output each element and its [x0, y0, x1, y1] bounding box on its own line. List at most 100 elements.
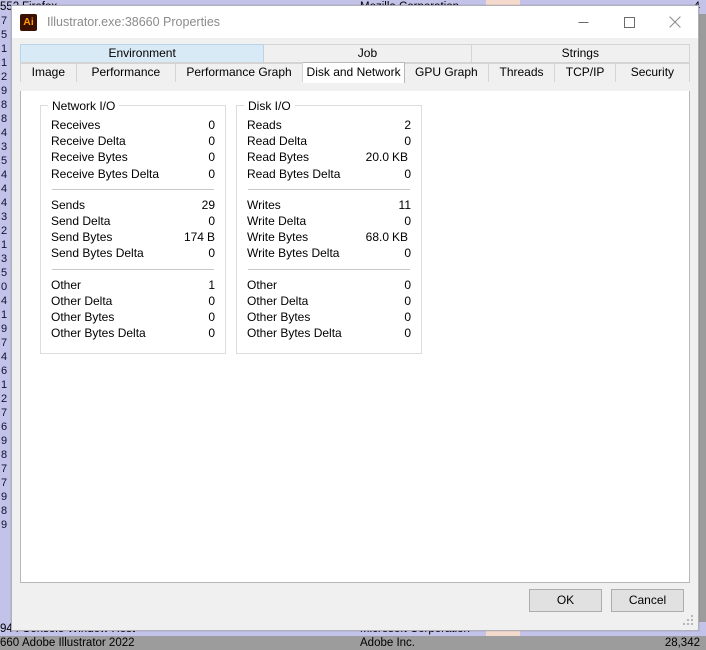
- stat-label: Other Delta: [247, 293, 309, 308]
- stat-label: Write Bytes: [247, 230, 309, 245]
- stat-row: Receive Bytes Delta 0: [41, 166, 225, 182]
- tab-tcpip[interactable]: TCP/IP: [555, 63, 616, 82]
- resize-grip-dot: [683, 623, 685, 625]
- tab-image[interactable]: Image: [20, 63, 77, 82]
- resize-grip-dot: [691, 619, 693, 621]
- close-icon: [669, 16, 681, 28]
- stat-value: 0: [404, 166, 411, 181]
- tab-job[interactable]: Job: [264, 44, 472, 63]
- stat-row: Other Delta 0: [41, 293, 225, 309]
- network-io-stats: Receives 0 Receive Delta 0 Receive Bytes…: [41, 117, 225, 341]
- stat-row: Other Bytes Delta 0: [41, 325, 225, 341]
- stat-label: Receives: [51, 118, 101, 132]
- cancel-button[interactable]: Cancel: [611, 589, 684, 612]
- stat-divider: [248, 268, 410, 270]
- stat-label: Sends: [51, 197, 86, 212]
- dialog-footer: OK Cancel: [12, 583, 698, 630]
- stat-label: Read Bytes Delta: [247, 166, 341, 181]
- stat-unit: B: [206, 230, 215, 245]
- stat-label: Other: [51, 277, 82, 292]
- stat-label: Other Delta: [51, 293, 113, 308]
- resize-grip[interactable]: [683, 615, 695, 627]
- ok-button[interactable]: OK: [529, 589, 602, 612]
- stat-number: 68.0: [365, 230, 389, 245]
- stat-row: Send Bytes Delta 0: [41, 245, 225, 261]
- maximize-button[interactable]: [606, 6, 652, 38]
- resize-grip-dot: [687, 623, 689, 625]
- stat-row: Read Bytes 20.0 KB: [237, 149, 421, 165]
- network-io-title: Network I/O: [48, 99, 120, 113]
- stat-label: Write Delta: [247, 213, 307, 228]
- stat-label: Read Bytes: [247, 150, 310, 165]
- bg-row-company: Adobe Inc.: [360, 637, 415, 649]
- resize-grip-dot: [687, 619, 689, 621]
- tab-gpu-graph[interactable]: GPU Graph: [405, 63, 489, 82]
- network-io-group: Network I/O Receives 0 Receive Delta 0 R…: [40, 99, 226, 354]
- background-row-illustrator: 660 Adobe Illustrator 2022 Adobe Inc. 28…: [0, 636, 706, 650]
- stat-row: Write Bytes Delta 0: [237, 245, 421, 261]
- stat-row: Read Bytes Delta 0: [237, 166, 421, 182]
- stat-row: Write Delta 0: [237, 213, 421, 229]
- process-properties-dialog: Ai Illustrator.exe:38660 Properties Envi…: [11, 5, 699, 631]
- stat-row: Receive Bytes 0: [41, 149, 225, 165]
- tab-strings[interactable]: Strings: [471, 44, 690, 63]
- stat-row: Reads 2: [237, 117, 421, 133]
- stat-value: 11: [398, 197, 411, 212]
- stat-row: Write Bytes 68.0 KB: [237, 229, 421, 245]
- tab-performance-graph[interactable]: Performance Graph: [175, 63, 304, 82]
- stat-value: 20.0 KB: [366, 149, 411, 165]
- stat-label: Reads: [247, 118, 282, 132]
- stat-label: Send Delta: [51, 213, 111, 228]
- tab-threads[interactable]: Threads: [488, 63, 556, 82]
- stat-unit: KB: [392, 230, 409, 245]
- stat-value: 0: [404, 134, 411, 149]
- stat-value: 2: [404, 118, 411, 132]
- disk-io-title: Disk I/O: [244, 99, 295, 113]
- tab-performance[interactable]: Performance: [76, 63, 176, 82]
- bg-row-pid: 660: [0, 637, 20, 649]
- stat-label: Receive Delta: [51, 134, 126, 149]
- stat-label: Read Delta: [247, 134, 308, 149]
- stat-row: Receives 0: [41, 117, 225, 133]
- disk-io-group: Disk I/O Reads 2 Read Delta 0 Read Bytes…: [236, 99, 422, 354]
- tab-security[interactable]: Security: [615, 63, 690, 82]
- illustrator-app-icon: Ai: [20, 13, 37, 31]
- tab-environment[interactable]: Environment: [20, 44, 265, 63]
- stat-value: 0: [404, 326, 411, 341]
- stat-row: Send Delta 0: [41, 213, 225, 229]
- dialog-titlebar[interactable]: Ai Illustrator.exe:38660 Properties: [12, 6, 698, 38]
- disk-io-stats: Reads 2 Read Delta 0 Read Bytes 20.0 KB R…: [237, 117, 421, 341]
- stat-row: Send Bytes 174 B: [41, 229, 225, 245]
- stat-label: Other Bytes: [247, 309, 311, 324]
- stat-divider: [248, 188, 410, 190]
- stat-value: 0: [208, 150, 215, 165]
- bg-row-name: Adobe Illustrator 2022: [22, 637, 135, 649]
- stat-number: 20.0: [365, 150, 389, 165]
- stat-unit: KB: [392, 150, 409, 165]
- close-button[interactable]: [652, 6, 698, 38]
- stat-label: Send Bytes: [51, 230, 113, 245]
- minimize-button[interactable]: [560, 6, 606, 38]
- tab-row-lower: Image Performance Performance Graph Disk…: [20, 62, 690, 83]
- tab-disk-and-network[interactable]: Disk and Network: [303, 62, 406, 83]
- stat-label: Receive Bytes Delta: [51, 166, 160, 181]
- stat-value: 0: [404, 213, 411, 228]
- stat-row: Other 0: [237, 277, 421, 293]
- stat-value: 0: [208, 293, 215, 308]
- stat-value: 0: [208, 213, 215, 228]
- stat-value: 0: [208, 309, 215, 324]
- stat-value: 1: [208, 277, 215, 292]
- stat-divider: [52, 188, 214, 190]
- stat-row: Other Bytes 0: [41, 309, 225, 325]
- window-controls: [560, 6, 698, 38]
- stat-value: 0: [404, 293, 411, 308]
- stat-label: Writes: [247, 197, 281, 212]
- stat-value: 0: [208, 166, 215, 181]
- stat-value: 0: [404, 309, 411, 324]
- stat-row: Read Delta 0: [237, 133, 421, 149]
- stat-label: Other Bytes Delta: [247, 326, 342, 341]
- stat-value: 0: [208, 118, 215, 132]
- stat-row: Writes 11: [237, 197, 421, 213]
- stat-label: Write Bytes Delta: [247, 246, 340, 261]
- stat-value: 0: [208, 246, 215, 261]
